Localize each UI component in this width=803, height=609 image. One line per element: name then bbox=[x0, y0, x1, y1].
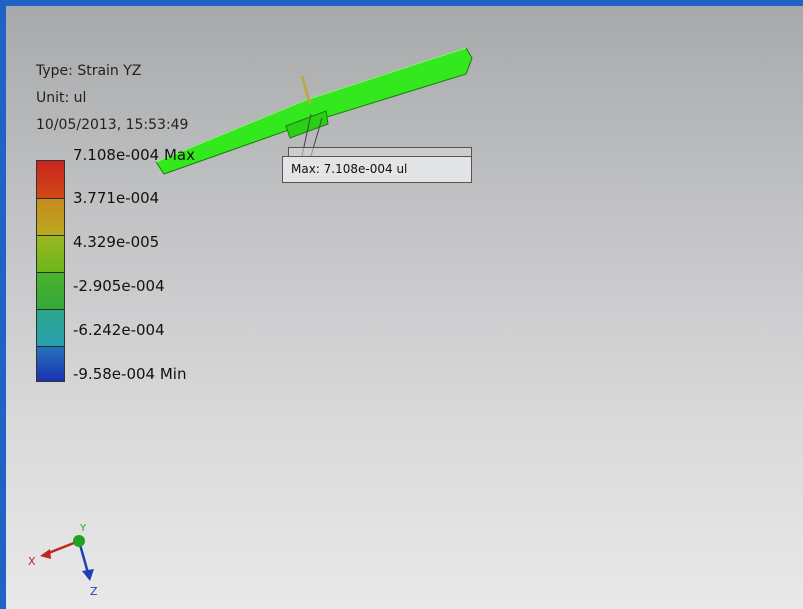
color-legend-bar bbox=[36, 160, 65, 382]
deformed-model[interactable] bbox=[6, 6, 803, 609]
legend-label-max: 7.108e-004 Max bbox=[73, 146, 195, 164]
legend-swatch bbox=[37, 235, 64, 272]
probe-tooltip-max[interactable]: Max: 7.108e-004 ul bbox=[282, 156, 472, 183]
legend-label: -6.242e-004 bbox=[73, 321, 165, 339]
legend-swatch bbox=[37, 309, 64, 346]
legend-swatch bbox=[37, 346, 64, 381]
x-axis-label: X bbox=[28, 555, 36, 568]
result-timestamp: 10/05/2013, 15:53:49 bbox=[36, 117, 189, 133]
legend-swatch bbox=[37, 198, 64, 235]
legend-label: -2.905e-004 bbox=[73, 277, 165, 295]
graphics-viewport[interactable]: Type: Strain YZ Unit: ul 10/05/2013, 15:… bbox=[6, 6, 803, 609]
view-triad[interactable]: X Y Z bbox=[24, 521, 114, 601]
z-axis-label: Z bbox=[90, 585, 98, 598]
legend-label: 4.329e-005 bbox=[73, 233, 160, 251]
y-axis-marker bbox=[73, 535, 85, 547]
legend-swatch bbox=[37, 161, 64, 198]
y-axis-label: Y bbox=[79, 523, 87, 534]
legend-swatch bbox=[37, 272, 64, 309]
result-unit: Unit: ul bbox=[36, 90, 87, 106]
result-type: Type: Strain YZ bbox=[36, 63, 142, 79]
legend-label-min: -9.58e-004 Min bbox=[73, 365, 187, 383]
legend-label: 3.771e-004 bbox=[73, 189, 160, 207]
